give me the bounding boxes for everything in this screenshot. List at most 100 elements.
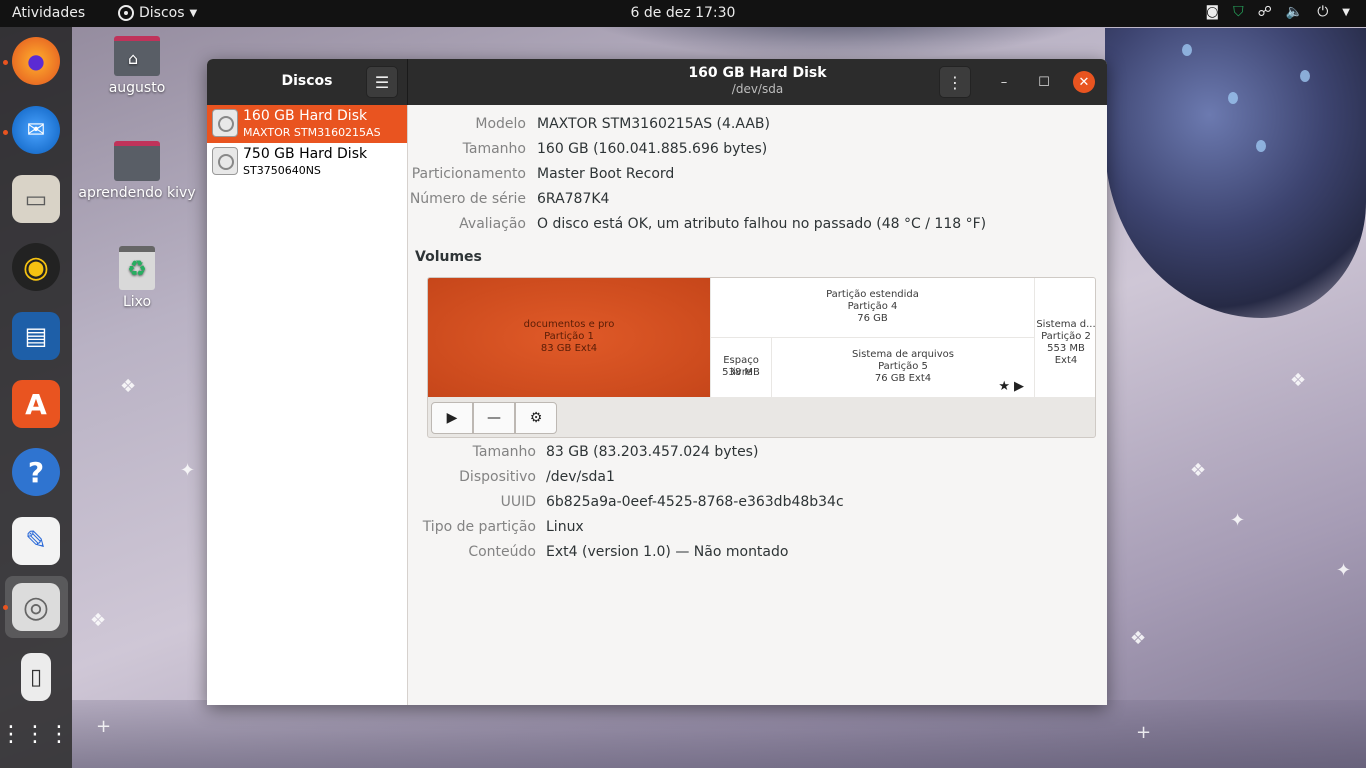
files-icon[interactable]: ▭ (12, 175, 60, 223)
drives-sidebar: 160 GB Hard Disk MAXTOR STM3160215AS 750… (207, 105, 408, 705)
rhythmbox-icon[interactable]: ◉ (12, 243, 60, 291)
sidebar-header: Discos ☰ (207, 59, 408, 105)
wallpaper-sparkle-icon: + (96, 716, 112, 737)
close-button[interactable]: ✕ (1073, 71, 1095, 93)
play-icon: ▶ (446, 410, 458, 426)
partition-type-value: Linux (546, 519, 584, 535)
running-indicator (3, 130, 8, 135)
drive-item-750gb[interactable]: 750 GB Hard Disk ST3750640NS (207, 143, 407, 181)
shield-icon[interactable]: ⛉ (1233, 4, 1244, 20)
partition-type-label: Tipo de partição (422, 519, 536, 535)
model-value: MAXTOR STM3160215AS (4.AAB) (537, 116, 770, 132)
desktop-icon-label: aprendendo kivy (78, 185, 196, 201)
segment-label: Sistema de arquivos (852, 349, 954, 360)
contents-label: Conteúdo (468, 544, 536, 560)
uuid-label: UUID (500, 494, 536, 510)
show-apps-icon[interactable]: ⋮⋮⋮ (0, 711, 70, 759)
partition-5-segment[interactable]: Sistema de arquivos Partição 5 76 GB Ext… (772, 338, 1034, 397)
close-icon: ✕ (1078, 74, 1090, 90)
usb-device-icon[interactable]: ▯ (21, 653, 51, 701)
text-editor-icon[interactable]: ✎ (12, 517, 60, 565)
maximize-icon: ☐ (1038, 74, 1050, 90)
segment-label: documentos e pro (523, 319, 615, 330)
running-indicator (3, 60, 8, 65)
assessment-value: O disco está OK, um atributo falhou no p… (537, 216, 987, 232)
chevron-down-icon[interactable]: ▼ (1342, 7, 1350, 18)
running-indicator (3, 605, 8, 610)
drive-model: MAXTOR STM3160215AS (243, 126, 381, 139)
volumes-heading: Volumes (415, 249, 482, 265)
partitioning-label: Particionamento (411, 166, 526, 182)
volume-size-value: 83 GB (83.203.457.024 bytes) (546, 444, 759, 460)
minimize-icon: – (1000, 74, 1008, 90)
firefox-icon[interactable]: ● (12, 37, 60, 85)
dock: ● ✉ ▭ ◉ ▤ A ? ✎ ◎ ▯ ⋮⋮⋮ (0, 27, 72, 768)
minimize-button[interactable]: – (993, 71, 1015, 93)
activities-button[interactable]: Atividades (12, 5, 85, 21)
network-icon[interactable]: ☍ (1258, 4, 1272, 20)
software-center-icon[interactable]: A (12, 380, 60, 428)
device-label: Dispositivo (459, 469, 536, 485)
app-menu-button[interactable]: ☰ (366, 66, 398, 98)
segment-label: 538 MB (722, 367, 760, 378)
wallpaper-dot (1256, 140, 1266, 152)
model-label: Modelo (475, 116, 526, 132)
device-value: /dev/sda1 (546, 469, 615, 485)
serial-label: Número de série (409, 191, 526, 207)
drive-item-160gb[interactable]: 160 GB Hard Disk MAXTOR STM3160215AS (207, 105, 407, 143)
wallpaper-butterfly-icon: ✦ (180, 460, 196, 481)
segment-label: Partição estendida (826, 289, 919, 300)
drive-details: Modelo MAXTOR STM3160215AS (4.AAB) Taman… (408, 105, 1107, 705)
hard-disk-icon (212, 147, 238, 175)
extended-partition-segment[interactable]: Partição estendida Partição 4 76 GB (711, 278, 1034, 337)
hard-disk-icon (212, 109, 238, 137)
delete-partition-button[interactable]: — (473, 402, 515, 434)
wallpaper-butterfly-icon: ✦ (1336, 560, 1352, 581)
disks-app-icon (118, 5, 134, 21)
power-icon[interactable]: ⏻ (1317, 4, 1328, 20)
desktop-trash[interactable]: ♻ Lixo (72, 246, 202, 310)
discord-icon[interactable]: ◙ (1206, 4, 1220, 20)
desktop-icon-label: Lixo (122, 294, 152, 310)
uuid-value: 6b825a9a-0eef-4525-8768-e363db48b34c (546, 494, 844, 510)
gears-icon: ⚙ (529, 410, 543, 426)
wallpaper-butterfly-icon: ❖ (1130, 628, 1147, 649)
segment-label: Partição 2 (1041, 331, 1091, 342)
partition-2-segment[interactable]: Sistema d... Partição 2 553 MB Ext4 (1035, 278, 1096, 397)
wallpaper-bottom (72, 700, 1366, 768)
disks-icon[interactable]: ◎ (12, 583, 60, 631)
app-menu-label: Discos (139, 5, 185, 21)
serial-value: 6RA787K4 (537, 191, 610, 207)
volume-icon[interactable]: 🔈 (1286, 4, 1303, 20)
mount-button[interactable]: ▶ (431, 402, 473, 434)
segment-label: 76 GB (857, 313, 888, 324)
drive-options-button[interactable]: ⋮ (939, 66, 971, 98)
partition-1-segment[interactable]: documentos e pro Partição 1 83 GB Ext4 (428, 278, 710, 397)
help-icon[interactable]: ? (12, 448, 60, 496)
chevron-down-icon: ▼ (189, 7, 198, 19)
partitioning-value: Master Boot Record (537, 166, 675, 182)
wallpaper-butterfly-icon: ❖ (1190, 460, 1207, 481)
wallpaper-butterfly-icon: ❖ (1290, 370, 1307, 391)
header-bar[interactable]: Discos ☰ 160 GB Hard Disk /dev/sda ⋮ – ☐… (207, 59, 1107, 105)
wallpaper-dot (1300, 70, 1310, 82)
libreoffice-writer-icon[interactable]: ▤ (12, 312, 60, 360)
thunderbird-icon[interactable]: ✉ (12, 106, 60, 154)
desktop-home-folder[interactable]: ⌂ augusto (72, 36, 202, 96)
segment-label: 553 MB Ext4 (1047, 343, 1085, 366)
contents-value: Ext4 (version 1.0) — Não montado (546, 544, 789, 560)
disks-window: Discos ☰ 160 GB Hard Disk /dev/sda ⋮ – ☐… (207, 59, 1107, 705)
partition-options-button[interactable]: ⚙ (515, 402, 557, 434)
drive-name: 160 GB Hard Disk (243, 108, 368, 124)
maximize-button[interactable]: ☐ (1033, 71, 1055, 93)
free-space-segment[interactable]: Espaço livre 538 MB (711, 338, 771, 397)
clock-label[interactable]: 6 de dez 17:30 (631, 5, 736, 21)
desktop-folder[interactable]: aprendendo kivy (72, 141, 202, 201)
play-icon: ▶ (1014, 379, 1028, 394)
wallpaper-dot (1182, 44, 1192, 56)
volume-size-label: Tamanho (472, 444, 536, 460)
app-menu-button[interactable]: Discos ▼ (118, 5, 197, 21)
wallpaper-butterfly-icon: ❖ (90, 610, 107, 631)
segment-label: Sistema d... (1036, 319, 1096, 330)
folder-icon (114, 141, 160, 181)
